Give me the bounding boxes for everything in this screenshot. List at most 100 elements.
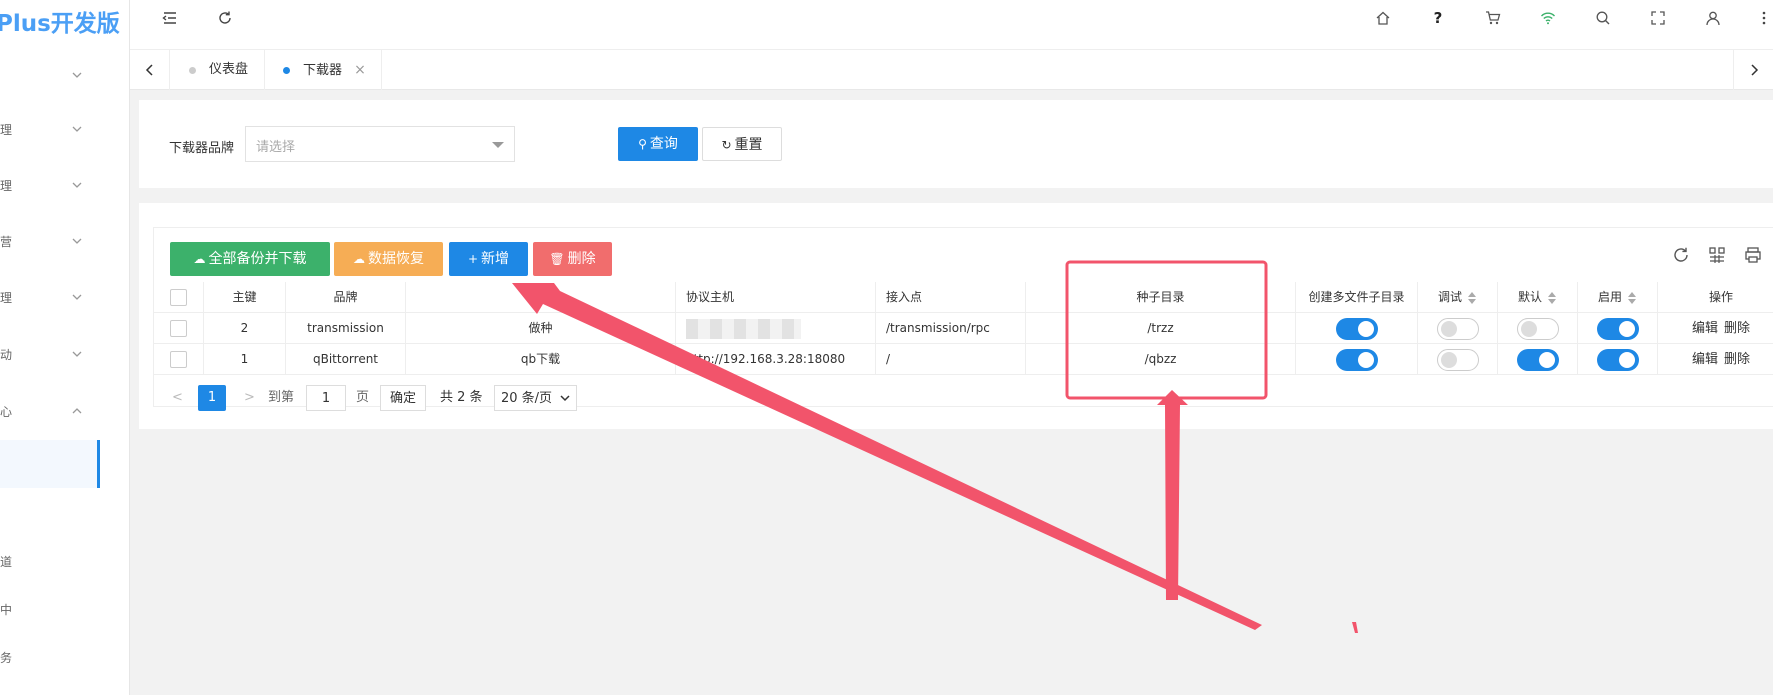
help-icon[interactable]: ? <box>1428 8 1448 28</box>
delete-link[interactable]: 删除 <box>1724 352 1750 367</box>
cell-host: http://192.168.3.28:18080 <box>676 344 876 375</box>
tab-scroll-left-button[interactable] <box>130 50 170 90</box>
sidebar-item-7[interactable]: 心 <box>0 400 129 424</box>
refresh-icon: ↻ <box>721 138 732 152</box>
redacted-text <box>686 318 801 339</box>
cloud-download-icon: ☁ <box>193 252 206 266</box>
restore-button[interactable]: ☁ 数据恢复 <box>334 242 443 276</box>
sidebar-item-6[interactable]: 动 <box>0 343 129 367</box>
sidebar-item-3[interactable]: 理 <box>0 174 129 198</box>
cell-id: 2 <box>204 313 286 344</box>
chevron-down-icon <box>72 182 82 188</box>
edit-link[interactable]: 编辑 <box>1692 321 1718 336</box>
sidebar-item-4[interactable]: 营 <box>0 230 129 254</box>
page-1-button[interactable]: 1 <box>198 385 226 411</box>
row-checkbox[interactable] <box>170 351 187 368</box>
tab-scroll-right-button[interactable] <box>1733 50 1773 90</box>
multi-dir-toggle[interactable] <box>1335 317 1378 340</box>
next-page-button[interactable]: > <box>244 385 255 411</box>
brand-label: 下载器品牌 <box>169 141 235 156</box>
brand-select-placeholder: 请选择 <box>256 140 296 155</box>
sidebar-item-9[interactable]: 中 <box>0 598 129 622</box>
col-header-seed-dir: 种子目录 <box>1026 282 1296 313</box>
page-size-select[interactable]: 20 条/页 <box>494 385 578 411</box>
sidebar: Plus开发版 理 理 营 理 动 心 道 中 务 <box>0 0 130 695</box>
col-header-host: 协议主机 <box>676 282 876 313</box>
home-icon[interactable] <box>1373 8 1393 28</box>
backup-download-button[interactable]: ☁ 全部备份并下载 <box>170 242 330 276</box>
chevron-left-icon <box>145 64 153 76</box>
search-icon[interactable] <box>1593 8 1613 28</box>
plus-icon: + <box>467 252 479 266</box>
reset-button[interactable]: ↻ 重置 <box>702 127 782 161</box>
cell-brand: transmission <box>286 313 406 344</box>
edit-link[interactable]: 编辑 <box>1692 352 1718 367</box>
cell-seed-dir: /qbzz <box>1026 344 1296 375</box>
sidebar-item-2[interactable]: 理 <box>0 118 129 142</box>
page-unit-label: 页 <box>356 390 370 405</box>
trash-icon: 🗑 <box>549 252 565 266</box>
row-checkbox[interactable] <box>170 320 187 337</box>
delete-link[interactable]: 删除 <box>1724 321 1750 336</box>
select-all-cell <box>154 282 204 313</box>
col-header-default[interactable]: 默认 <box>1498 282 1578 313</box>
debug-toggle[interactable] <box>1436 317 1479 340</box>
delete-button[interactable]: 🗑 删除 <box>533 242 612 276</box>
debug-toggle[interactable] <box>1436 348 1479 371</box>
table-row: 2 transmission 做种 /transmission/rpc /trz… <box>154 313 1773 344</box>
print-icon[interactable] <box>1744 246 1764 266</box>
sort-icon[interactable] <box>1468 291 1477 304</box>
goto-page-input[interactable]: 1 <box>306 385 346 411</box>
chevron-right-icon <box>1750 64 1758 76</box>
sidebar-item-active[interactable] <box>0 440 100 488</box>
select-all-checkbox[interactable] <box>170 289 187 306</box>
user-icon[interactable] <box>1703 8 1723 28</box>
more-icon[interactable] <box>1754 8 1773 28</box>
annotation-mark <box>1352 622 1358 633</box>
chevron-down-icon <box>72 351 82 357</box>
cell-host-blurred <box>676 313 876 344</box>
sidebar-item-1[interactable] <box>0 64 129 88</box>
tab-dashboard[interactable]: 仪表盘 <box>171 50 265 90</box>
table-refresh-icon[interactable] <box>1672 246 1692 266</box>
default-toggle[interactable] <box>1516 317 1559 340</box>
columns-icon[interactable] <box>1708 246 1728 266</box>
tab-dot <box>189 67 196 74</box>
close-icon[interactable]: × <box>354 62 366 78</box>
sort-icon[interactable] <box>1548 291 1557 304</box>
add-button[interactable]: + 新增 <box>449 242 528 276</box>
cart-icon[interactable] <box>1483 8 1503 28</box>
fullscreen-icon[interactable] <box>1648 8 1668 28</box>
col-header-endpoint: 接入点 <box>876 282 1026 313</box>
search-icon: ⚲ <box>638 137 647 151</box>
tab-downloader[interactable]: 下载器 × <box>265 50 382 90</box>
multi-dir-toggle[interactable] <box>1335 348 1378 371</box>
goto-label: 到第 <box>268 390 295 405</box>
col-header-actions: 操作 <box>1708 290 1733 304</box>
col-header-debug[interactable]: 调试 <box>1418 282 1498 313</box>
cell-brand: qBittorrent <box>286 344 406 375</box>
cell-seed-dir: /trzz <box>1026 313 1296 344</box>
enabled-toggle[interactable] <box>1596 317 1639 340</box>
top-header: ? <box>130 0 1773 50</box>
search-panel: 下载器品牌 请选择 ⚲ 查询 ↻ 重置 <box>139 100 1773 188</box>
menu-fold-icon[interactable] <box>160 8 180 28</box>
refresh-icon[interactable] <box>215 8 235 28</box>
chevron-down-icon <box>560 395 570 402</box>
brand-select[interactable]: 请选择 <box>245 126 515 162</box>
goto-confirm-button[interactable]: 确定 <box>380 385 427 411</box>
tab-dot <box>283 67 290 74</box>
sidebar-item-10[interactable]: 务 <box>0 646 129 670</box>
sidebar-item-5[interactable]: 理 <box>0 286 129 310</box>
query-button[interactable]: ⚲ 查询 <box>618 127 698 161</box>
prev-page-button[interactable]: < <box>172 385 183 411</box>
sidebar-item-8[interactable]: 道 <box>0 550 129 574</box>
default-toggle[interactable] <box>1516 348 1559 371</box>
enabled-toggle[interactable] <box>1596 348 1639 371</box>
col-header-multi-dir: 创建多文件子目录 <box>1296 282 1418 313</box>
tab-bar: 仪表盘 下载器 × <box>130 50 1773 90</box>
sort-icon[interactable] <box>1628 291 1637 304</box>
wifi-icon[interactable] <box>1538 8 1558 28</box>
col-header-brand: 品牌 <box>286 282 406 313</box>
col-header-enabled[interactable]: 启用 <box>1578 282 1658 313</box>
